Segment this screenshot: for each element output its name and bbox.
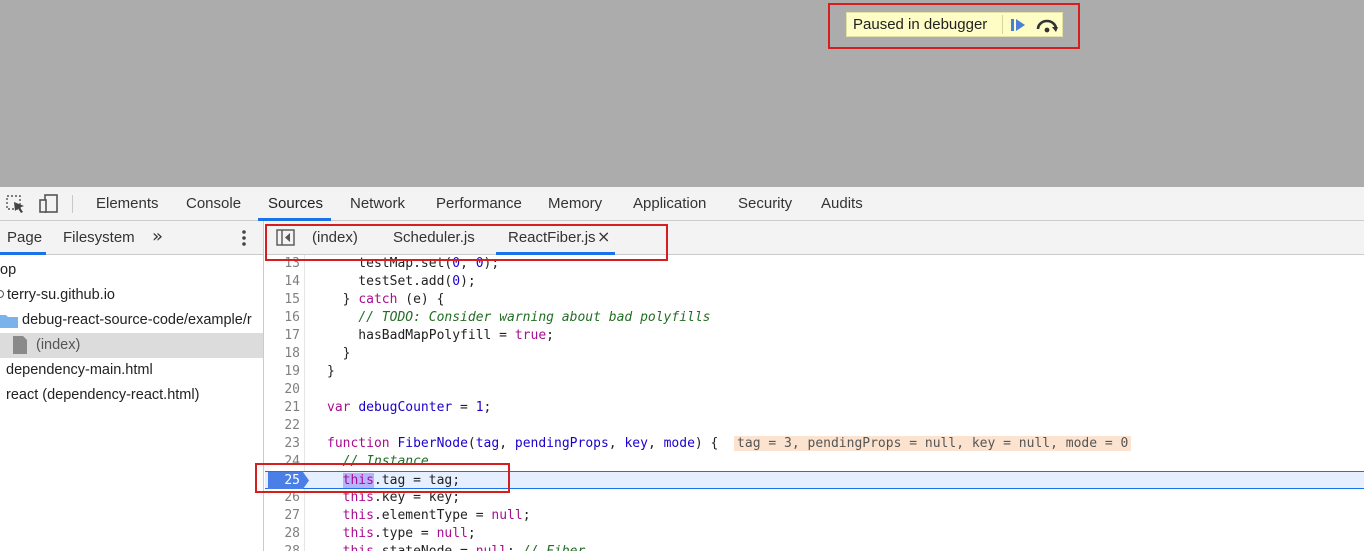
line-number: 23 xyxy=(284,436,300,451)
code-line: 23 function FiberNode(tag, pendingProps,… xyxy=(265,435,1364,453)
code-line: 16 // TODO: Consider warning about bad p… xyxy=(265,309,1364,327)
tree-item-react[interactable]: react (dependency-react.html) xyxy=(0,383,263,408)
tree-item-dependency-main[interactable]: dependency-main.html xyxy=(0,358,263,383)
line-number: 28 xyxy=(284,526,300,541)
code-text: this.elementType = null; xyxy=(342,508,531,523)
line-number: 19 xyxy=(284,364,300,379)
code-text: this.type = null; xyxy=(342,526,476,541)
tab-sources[interactable]: Sources xyxy=(268,195,323,212)
paused-separator xyxy=(1002,15,1003,34)
tab-security[interactable]: Security xyxy=(738,195,792,212)
more-tabs-icon[interactable]: » xyxy=(152,226,163,247)
tab-memory[interactable]: Memory xyxy=(548,195,602,212)
tabs-highlight-box xyxy=(265,224,668,261)
line-number: 20 xyxy=(284,382,300,397)
tab-network[interactable]: Network xyxy=(350,195,405,212)
tree-item-label: terry-su.github.io xyxy=(7,287,115,303)
line-number: 15 xyxy=(284,292,300,307)
line-number: 21 xyxy=(284,400,300,415)
step-over-icon[interactable] xyxy=(1034,15,1060,35)
code-text: var debugCounter = 1; xyxy=(327,400,492,415)
navigator-tabs: Page Filesystem » xyxy=(0,221,263,255)
tab-page[interactable]: Page xyxy=(7,229,42,246)
tab-console[interactable]: Console xyxy=(186,195,241,212)
code-line: 17 hasBadMapPolyfill = true; xyxy=(265,327,1364,345)
inspect-element-icon[interactable] xyxy=(5,194,27,214)
folder-icon xyxy=(0,313,18,332)
toolbar-divider xyxy=(72,195,73,213)
code-line: 15 } catch (e) { xyxy=(265,291,1364,309)
tree-item-label: op xyxy=(0,262,17,278)
code-line: 22 xyxy=(265,417,1364,435)
line-number: 17 xyxy=(284,328,300,343)
tab-audits[interactable]: Audits xyxy=(821,195,863,212)
paused-overlay: Paused in debugger xyxy=(846,12,1063,37)
code-line: 28 this.type = null; xyxy=(265,525,1364,543)
line-number: 18 xyxy=(284,346,300,361)
tree-item-index[interactable]: (index) xyxy=(0,333,263,358)
file-icon xyxy=(13,336,27,358)
tree-item-label: react (dependency-react.html) xyxy=(6,387,200,403)
code-line: 21 var debugCounter = 1; xyxy=(265,399,1364,417)
devtools-toolbar: Elements Console Sources Network Perform… xyxy=(0,187,1364,221)
code-line: 14 testSet.add(0); xyxy=(265,273,1364,291)
tab-application[interactable]: Application xyxy=(633,195,706,212)
inspected-page: Paused in debugger xyxy=(0,0,1364,187)
line-number: 28 xyxy=(265,544,300,551)
code-line: 18 } xyxy=(265,345,1364,363)
tree-item-domain[interactable]: terry-su.github.io xyxy=(0,283,263,308)
code-text: hasBadMapPolyfill = true; xyxy=(327,328,554,343)
tab-filesystem[interactable]: Filesystem xyxy=(63,229,135,246)
tree-item-label: (index) xyxy=(36,337,81,353)
tab-performance[interactable]: Performance xyxy=(436,195,522,212)
resume-icon[interactable] xyxy=(1007,15,1029,35)
tree-item-folder[interactable]: debug-react-source-code/example/r xyxy=(0,308,263,333)
line-number: 27 xyxy=(284,508,300,523)
code-text: testSet.add(0); xyxy=(327,274,476,289)
code-text: this.stateNode = null; // Fiber xyxy=(327,544,586,551)
inline-values: tag = 3, pendingProps = null, key = null… xyxy=(734,436,1132,451)
line-number: 16 xyxy=(284,310,300,325)
line-number: 22 xyxy=(284,418,300,433)
paused-text: Paused in debugger xyxy=(853,16,988,33)
navigator-active-indicator xyxy=(0,252,46,255)
code-text: } catch (e) { xyxy=(327,292,445,307)
cloud-icon xyxy=(0,290,4,298)
line-number: 25 xyxy=(284,473,300,488)
code-text: } xyxy=(327,346,351,361)
source-editor: (index) Scheduler.js ReactFiber.js × 13 … xyxy=(265,221,1364,551)
code-text: // TODO: Consider warning about bad poly… xyxy=(358,310,711,325)
code-text: } xyxy=(327,364,335,379)
code-line: 19 } xyxy=(265,363,1364,381)
code-line: 20 xyxy=(265,381,1364,399)
code-line: 28 this.stateNode = null; // Fiber xyxy=(265,543,1364,551)
tree-item-label: debug-react-source-code/example/r xyxy=(22,312,252,328)
tree-item-top[interactable]: op xyxy=(0,258,263,283)
navigator-pane: Page Filesystem » op terry-su.github.io … xyxy=(0,221,264,551)
line-number: 14 xyxy=(284,274,300,289)
tab-elements[interactable]: Elements xyxy=(96,195,159,212)
device-toolbar-icon[interactable] xyxy=(38,194,60,214)
code-text: function FiberNode(tag, pendingProps, ke… xyxy=(327,436,1132,451)
kebab-menu-icon[interactable] xyxy=(236,228,252,248)
code-line: 27 this.elementType = null; xyxy=(265,507,1364,525)
tree-item-label: dependency-main.html xyxy=(6,362,153,378)
